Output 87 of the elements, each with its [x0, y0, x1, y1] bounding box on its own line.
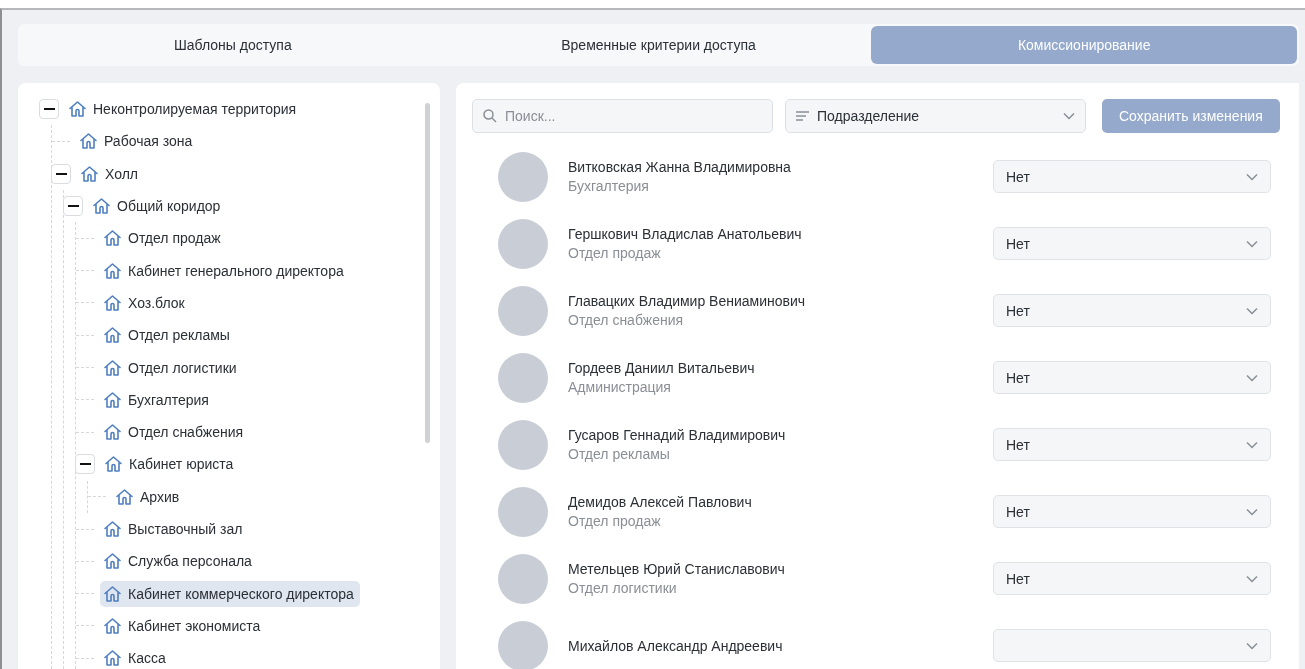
tree-item[interactable]: Кабинет генерального директора [100, 257, 350, 284]
collapse-toggle[interactable] [51, 163, 71, 184]
chevron-icon [1246, 306, 1258, 315]
department-label: Отдел снабжения [568, 312, 685, 328]
department-label: Администрация [568, 379, 672, 395]
house-icon [103, 584, 122, 603]
department-label: Отдел продаж [568, 245, 662, 261]
department-dropdown[interactable]: Подразделение [785, 99, 1086, 133]
person-name: Главацких Владимир Вениаминович [568, 293, 807, 309]
dropdown-field[interactable]: Нет [993, 160, 1271, 193]
house-icon [103, 358, 122, 377]
house-icon [68, 100, 87, 119]
tree-item[interactable]: Бухгалтерия [100, 386, 215, 413]
collapse-toggle[interactable] [75, 454, 95, 475]
person-name: Гершкович Владислав Анатольевич [568, 226, 803, 242]
chevron-icon [1246, 641, 1258, 650]
chevron-icon [1246, 507, 1258, 516]
tree-item[interactable]: Отдел продаж [100, 225, 227, 252]
house-icon [103, 261, 122, 280]
search-field[interactable]: Поиск... [472, 99, 773, 133]
person-name: Михайлов Александр Андреевич [568, 637, 784, 654]
tab[interactable]: Временные критерии доступа [445, 26, 872, 64]
house-icon [103, 423, 122, 442]
dropdown-field[interactable]: Нет [993, 428, 1271, 461]
dropdown-field[interactable]: Нет [993, 562, 1271, 595]
house-icon [103, 293, 122, 312]
avatar [498, 553, 548, 604]
tree-item[interactable]: Рабочая зона [76, 128, 199, 155]
tree-item[interactable]: Общий коридор [89, 193, 227, 220]
chevron-icon [1246, 440, 1258, 449]
avatar [498, 620, 548, 669]
tree-item[interactable]: Хоз.блок [100, 289, 191, 316]
house-icon [103, 326, 122, 345]
avatar [498, 352, 548, 403]
dropdown-field[interactable] [993, 629, 1271, 662]
tree-item[interactable]: Кабинет юриста [101, 451, 240, 478]
tree-item[interactable]: Архив [112, 483, 186, 510]
house-icon [103, 229, 122, 248]
house-icon [104, 455, 123, 474]
avatar [498, 285, 548, 336]
tree-item[interactable]: Холл [77, 160, 144, 187]
list-icon [796, 111, 809, 121]
house-icon [80, 164, 99, 183]
tab[interactable]: Шаблоны доступа [20, 26, 446, 64]
dropdown-field[interactable]: Нет [993, 227, 1271, 260]
chevron-icon [1063, 112, 1075, 120]
scrollbar[interactable] [425, 103, 430, 443]
tree-item[interactable]: Неконтролируемая территория [65, 96, 303, 123]
person-name: Гусаров Геннадий Владимирович [568, 427, 787, 443]
avatar [498, 218, 548, 269]
department-label: Отдел логистики [568, 580, 678, 596]
dropdown-field[interactable]: Нет [993, 495, 1271, 528]
person-name: Гордеев Даниил Витальевич [568, 360, 756, 376]
tree-item[interactable]: Отдел рекламы [100, 322, 236, 349]
avatar [498, 419, 548, 470]
house-icon [103, 649, 122, 668]
department-label: Отдел продаж [568, 513, 662, 529]
chevron-icon [1246, 373, 1258, 382]
person-name: Демидов Алексей Павлович [568, 494, 753, 510]
house-icon [103, 520, 122, 538]
person-name: Витковская Жанна Владимировна [568, 159, 792, 175]
chevron-icon [1246, 239, 1258, 248]
person-name: Метельцев Юрий Станиславович [568, 561, 786, 577]
tree-item[interactable]: Кабинет коммерческого директора [100, 580, 360, 607]
dropdown-field[interactable]: Нет [993, 361, 1271, 394]
chevron-icon [1246, 172, 1258, 181]
department-label: Бухгалтерия [568, 178, 650, 194]
department-label: Отдел рекламы [568, 446, 671, 462]
avatar [498, 151, 548, 202]
avatar [498, 486, 548, 537]
house-icon [79, 132, 98, 151]
chevron-icon [1246, 574, 1258, 583]
dropdown-field[interactable]: Нет [993, 294, 1271, 327]
tree-item[interactable]: Служба персонала [100, 548, 258, 575]
tree-item[interactable]: Касса [100, 645, 172, 669]
tree-item[interactable]: Отдел снабжения [100, 419, 250, 446]
house-icon [115, 487, 134, 506]
house-icon [92, 197, 111, 216]
tree-item[interactable]: Выставочный зал [100, 516, 249, 542]
collapse-toggle[interactable] [39, 99, 59, 120]
tree-item[interactable]: Отдел логистики [100, 354, 243, 381]
search-icon [483, 109, 497, 123]
house-icon [103, 552, 122, 571]
tree-item[interactable]: Кабинет экономиста [100, 612, 267, 639]
house-icon [103, 390, 122, 409]
house-icon [103, 616, 122, 635]
collapse-toggle[interactable] [63, 196, 83, 217]
